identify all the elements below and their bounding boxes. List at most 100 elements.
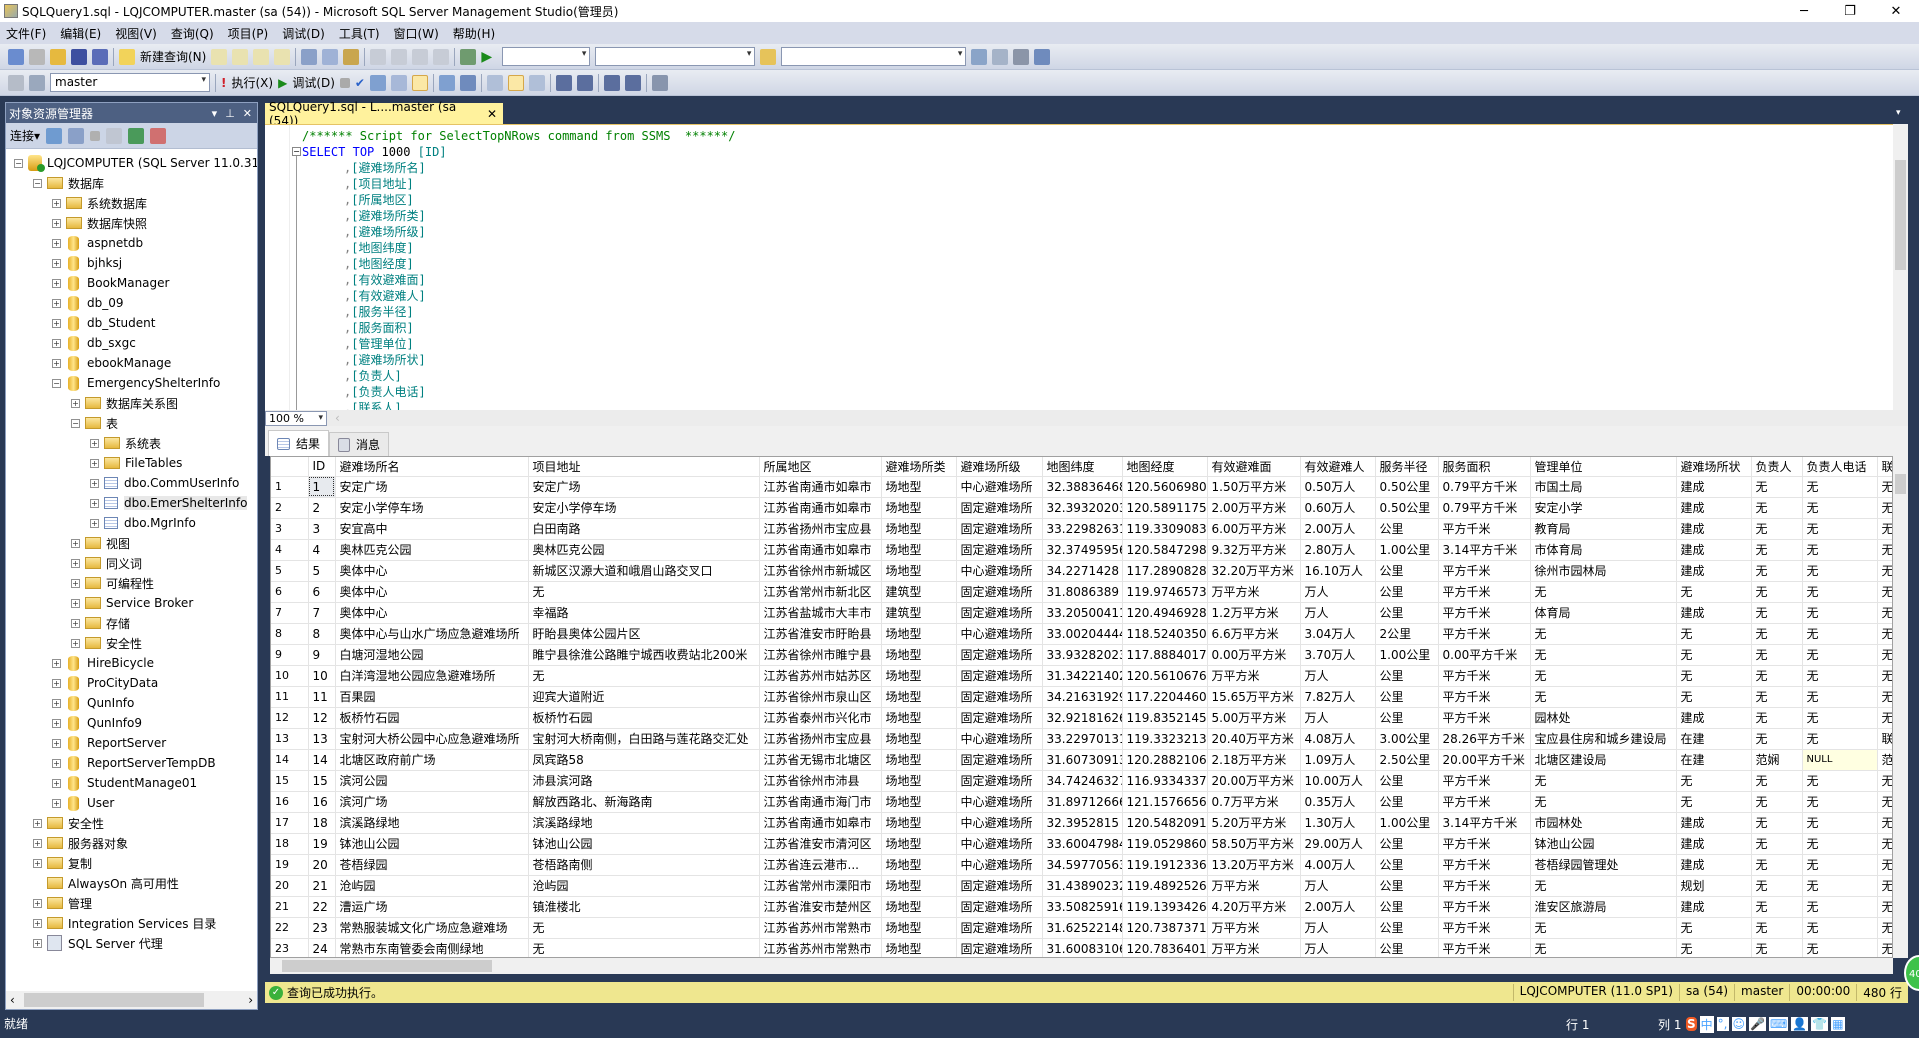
table-cell[interactable]: 平方千米 <box>1438 707 1531 729</box>
table-cell[interactable]: 无 <box>1877 854 1892 876</box>
expand-icon[interactable]: + <box>52 258 61 268</box>
table-cell[interactable]: 场地型 <box>881 791 957 813</box>
table-cell[interactable]: 10.00万人 <box>1300 770 1376 792</box>
table-cell[interactable]: 0.79平方千米 <box>1438 476 1531 498</box>
cut-icon[interactable] <box>301 48 318 65</box>
table-cell[interactable]: 1.00公里 <box>1375 812 1439 834</box>
table-cell[interactable]: 12 <box>308 707 336 729</box>
table-cell[interactable]: 固定避难场所 <box>956 497 1043 519</box>
menu-help[interactable]: 帮助(H) <box>453 25 495 42</box>
row-number[interactable]: 14 <box>271 749 309 771</box>
table-cell[interactable]: 江苏省南通市海门市 <box>759 791 882 813</box>
tree-node[interactable]: + QunInfo9 <box>52 713 142 733</box>
table-cell[interactable]: 教育局 <box>1530 518 1677 540</box>
table-cell[interactable]: 2.00万平方米 <box>1207 497 1301 519</box>
table-cell[interactable]: 无 <box>1802 770 1878 792</box>
row-number[interactable]: 3 <box>271 518 309 540</box>
table-cell[interactable]: 无 <box>1676 938 1752 957</box>
table-cell[interactable]: 平方千米 <box>1438 581 1531 603</box>
table-cell[interactable]: 1.00公里 <box>1375 539 1439 561</box>
open-file-icon[interactable] <box>50 48 66 65</box>
column-header[interactable]: 避难场所级 <box>956 457 1043 477</box>
save-all-icon[interactable] <box>92 48 108 65</box>
table-cell[interactable]: 无 <box>1877 581 1892 603</box>
table-cell[interactable]: 无 <box>1751 875 1803 897</box>
table-cell[interactable]: 万人 <box>1300 917 1376 939</box>
table-cell[interactable]: 万人 <box>1300 938 1376 957</box>
table-cell[interactable]: 新城区汉源大道和峨眉山路交叉口 <box>528 560 760 582</box>
table-cell[interactable]: 无 <box>1877 560 1892 582</box>
tree-node[interactable]: + bjhksj <box>52 253 122 273</box>
table-cell[interactable]: 33.22982631 <box>1042 518 1123 540</box>
table-cell[interactable]: 33.93282023 <box>1042 644 1123 666</box>
table-cell[interactable]: 苍梧路南侧 <box>528 854 760 876</box>
table-cell[interactable]: 固定避难场所 <box>956 938 1043 957</box>
table-cell[interactable]: 场地型 <box>881 644 957 666</box>
tree-node[interactable]: + dbo.EmerShelterInfo <box>90 493 248 513</box>
table-cell[interactable]: 2公里 <box>1375 623 1439 645</box>
ime-user-icon[interactable]: 👤 <box>1791 1017 1809 1031</box>
table-cell[interactable]: 市体育局 <box>1530 539 1677 561</box>
table-cell[interactable]: 16 <box>308 791 336 813</box>
table-cell[interactable]: 4.08万人 <box>1300 728 1376 750</box>
ime-toolbox-icon[interactable]: ▦ <box>1831 1017 1845 1031</box>
new-query-button[interactable]: 新建查询(N) <box>140 48 206 65</box>
table-cell[interactable]: 园林处 <box>1530 707 1677 729</box>
table-cell[interactable]: 白塘河湿地公园 <box>335 644 529 666</box>
row-number[interactable]: 23 <box>271 938 309 957</box>
tree-node[interactable]: + 安全性 <box>71 633 142 653</box>
expand-icon[interactable]: + <box>33 898 42 908</box>
table-cell[interactable]: 0.79平方千米 <box>1438 497 1531 519</box>
table-cell[interactable]: 7 <box>308 602 336 624</box>
table-cell[interactable]: 江苏省南通市如皋市 <box>759 476 882 498</box>
connect-icon[interactable] <box>8 74 24 91</box>
table-cell[interactable]: 平方千米 <box>1438 770 1531 792</box>
table-cell[interactable]: 平方千米 <box>1438 623 1531 645</box>
table-cell[interactable]: 白田南路 <box>528 518 760 540</box>
row-number[interactable]: 19 <box>271 854 309 876</box>
table-cell[interactable]: 滨溪路绿地 <box>335 812 529 834</box>
ime-emoji-icon[interactable]: ☺ <box>1731 1017 1747 1031</box>
table-cell[interactable]: 31.89712666 <box>1042 791 1123 813</box>
table-cell[interactable]: 固定避难场所 <box>956 602 1043 624</box>
expand-icon[interactable]: + <box>71 538 80 548</box>
column-header[interactable]: 避难场所状 <box>1676 457 1752 477</box>
table-cell[interactable]: 120.78364013 <box>1122 938 1208 957</box>
table-cell[interactable]: 24 <box>308 938 336 957</box>
table-cell[interactable]: 常熟市东南管委会南侧绿地 <box>335 938 529 957</box>
filter-icon[interactable] <box>106 127 123 144</box>
xmla-query-icon[interactable] <box>274 48 291 65</box>
table-row[interactable]: 18 19 钵池山公园 钵池山公园 江苏省淮安市清河区 场地型 中心避难场所 33.60047… <box>271 833 1892 855</box>
object-explorer-icon[interactable] <box>992 48 1009 65</box>
table-cell[interactable]: 场地型 <box>881 518 957 540</box>
table-cell[interactable]: 建筑型 <box>881 581 957 603</box>
table-cell[interactable]: 32.38836468 <box>1042 476 1123 498</box>
table-cell[interactable]: 0.50万人 <box>1300 476 1376 498</box>
table-cell[interactable]: 建成 <box>1676 539 1752 561</box>
table-cell[interactable]: 建成 <box>1676 896 1752 918</box>
table-cell[interactable]: 119.33232137 <box>1122 728 1208 750</box>
table-cell[interactable]: 宝应县住房和城乡建设局 <box>1530 728 1677 750</box>
table-cell[interactable]: 无 <box>1751 560 1803 582</box>
table-cell[interactable]: 34.59770563 <box>1042 854 1123 876</box>
table-cell[interactable]: 宝射河大桥公园中心应急避难场所 <box>335 728 529 750</box>
table-cell[interactable]: 公里 <box>1375 581 1439 603</box>
table-cell[interactable]: 公里 <box>1375 686 1439 708</box>
table-cell[interactable]: 场地型 <box>881 770 957 792</box>
undo-icon[interactable] <box>370 48 387 65</box>
table-cell[interactable]: 无 <box>1802 875 1878 897</box>
tree-node[interactable]: + QunInfo <box>52 693 134 713</box>
table-row[interactable]: 12 12 板桥竹石园 板桥竹石园 江苏省泰州市兴化市 场地型 固定避难场所 32.92181… <box>271 707 1892 729</box>
tab-close-icon[interactable]: ✕ <box>487 107 497 121</box>
table-cell[interactable]: 15 <box>308 770 336 792</box>
table-cell[interactable]: 119.19123367 <box>1122 854 1208 876</box>
table-cell[interactable]: 无 <box>1877 476 1892 498</box>
expand-icon[interactable]: + <box>52 218 61 228</box>
table-cell[interactable]: 21 <box>308 875 336 897</box>
table-cell[interactable]: 安定小学 <box>1530 497 1677 519</box>
table-cell[interactable]: 固定避难场所 <box>956 875 1043 897</box>
find-in-files-icon[interactable] <box>760 48 777 65</box>
table-cell[interactable]: 无 <box>1751 665 1803 687</box>
table-row[interactable]: 7 7 奥体中心 幸福路 江苏省盐城市大丰市 建筑型 固定避难场所 33.20500411 12… <box>271 602 1892 624</box>
sogou-logo-icon[interactable]: S <box>1686 1017 1697 1031</box>
